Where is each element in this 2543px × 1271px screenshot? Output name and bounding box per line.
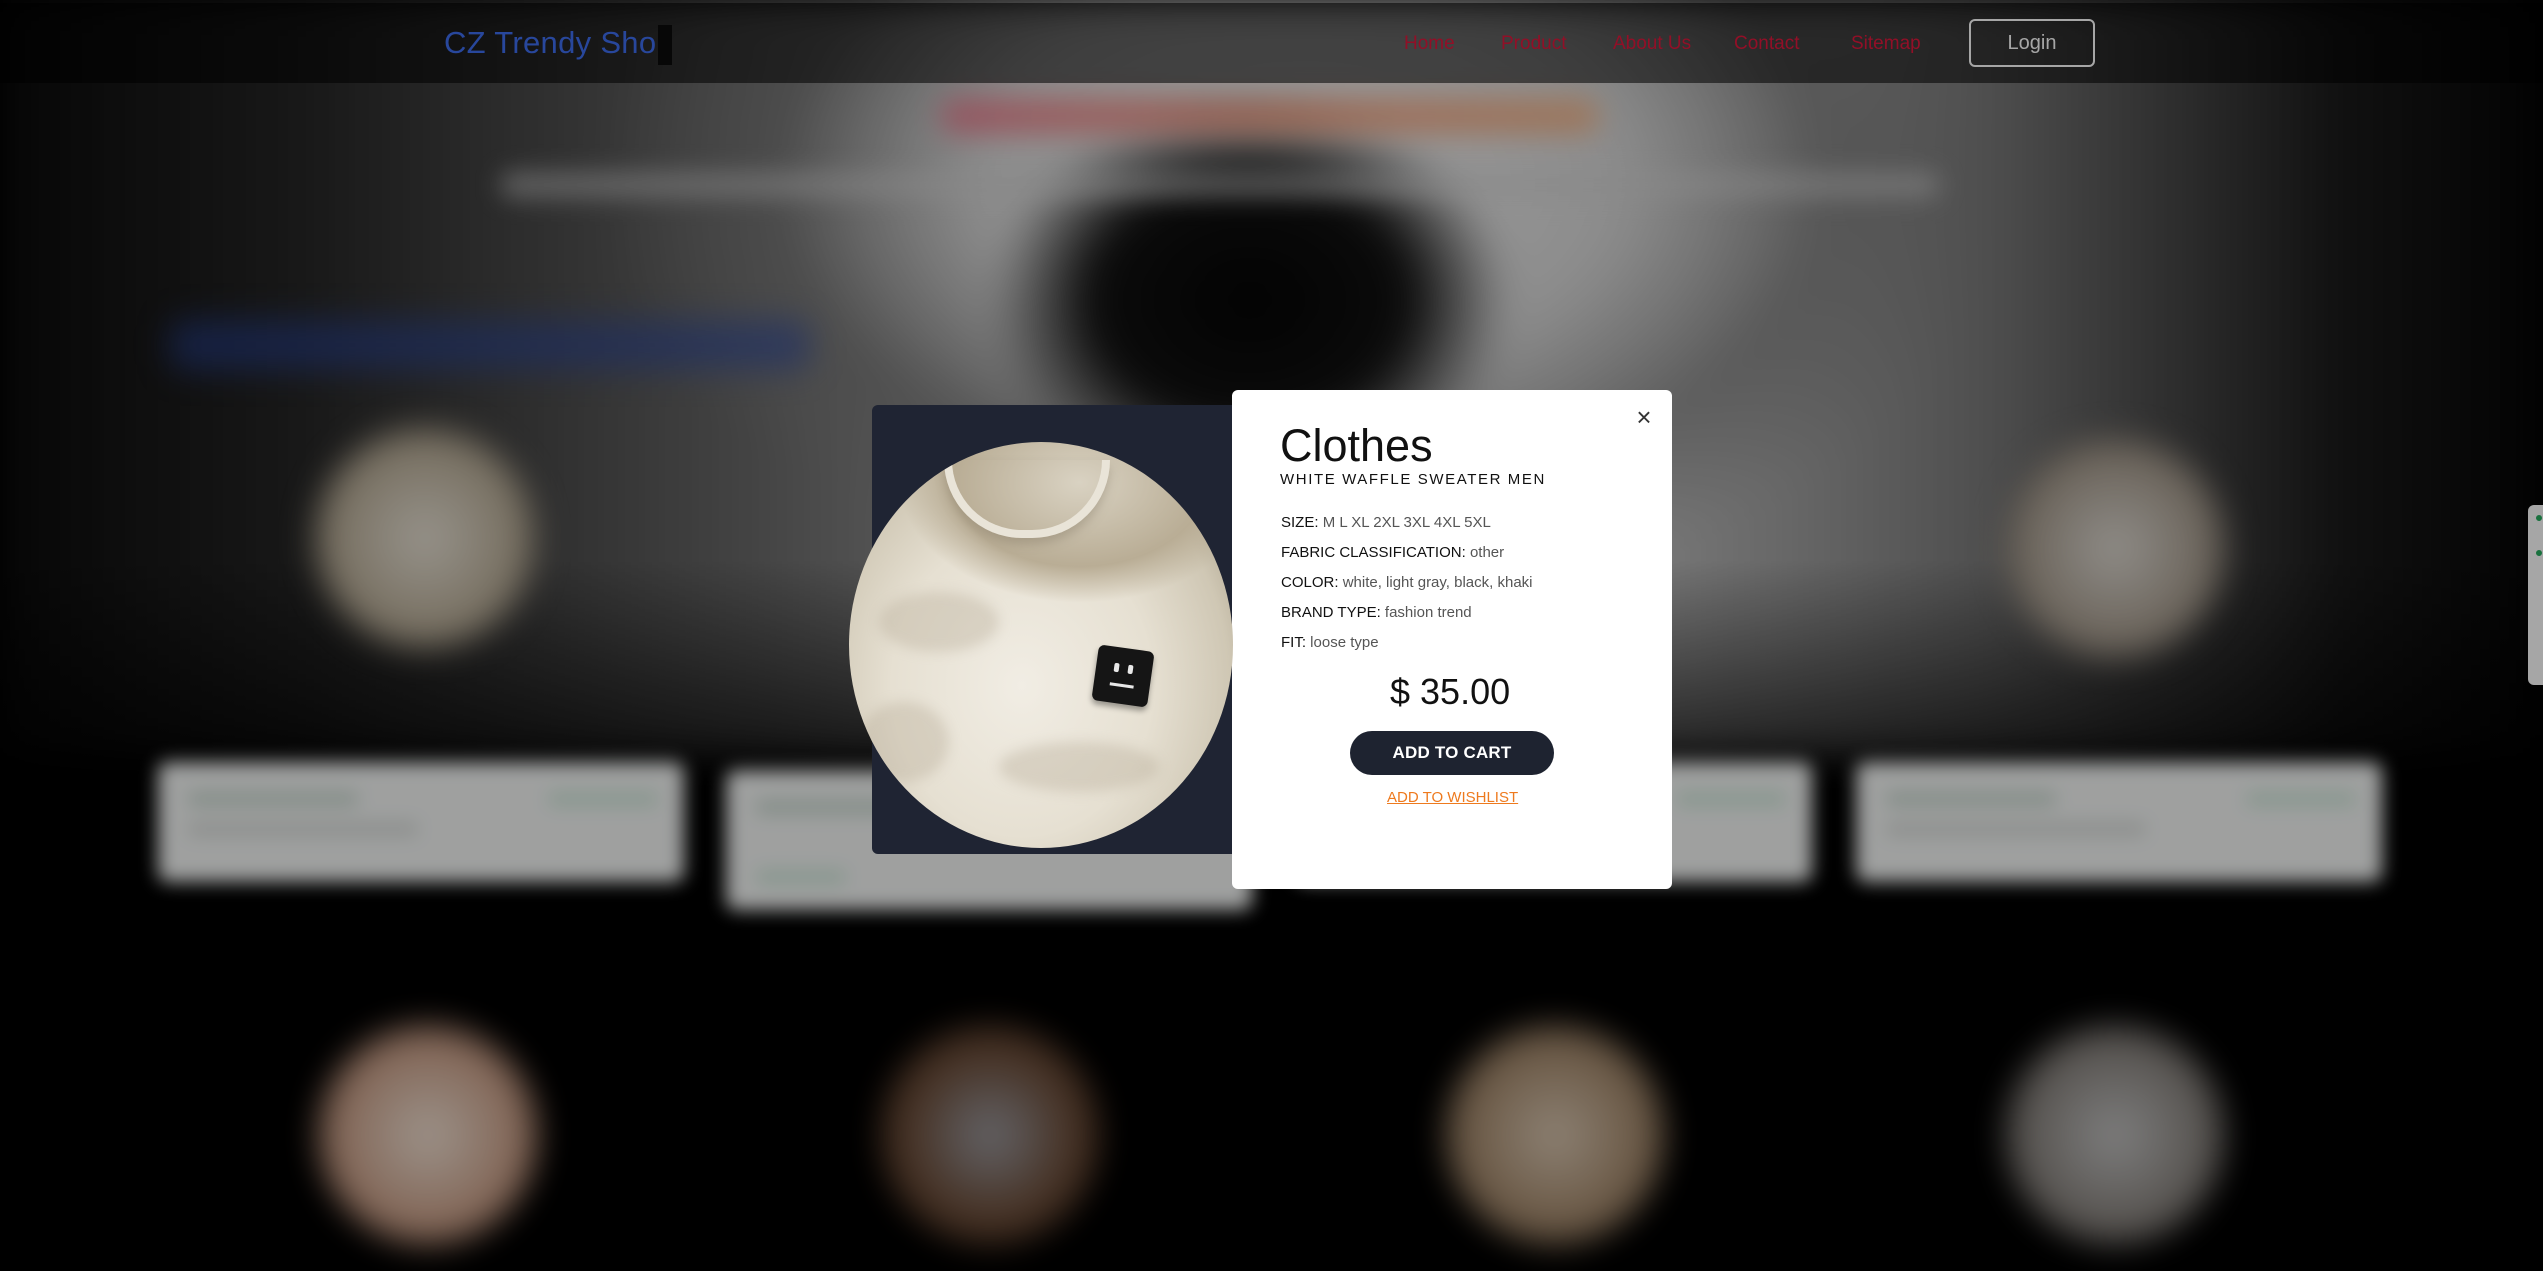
spec-size: SIZE: M L XL 2XL 3XL 4XL 5XL bbox=[1281, 514, 1491, 531]
spec-label: FIT: bbox=[1281, 634, 1306, 651]
spec-label: SIZE: bbox=[1281, 514, 1319, 531]
add-to-wishlist-link[interactable]: ADD TO WISHLIST bbox=[1387, 789, 1518, 806]
add-to-cart-button[interactable]: ADD TO CART bbox=[1350, 731, 1554, 775]
close-icon[interactable]: × bbox=[1631, 402, 1657, 432]
spec-color: COLOR: white, light gray, black, khaki bbox=[1281, 574, 1533, 591]
shirt-collar bbox=[944, 460, 1110, 538]
product-category: Clothes bbox=[1280, 420, 1433, 471]
shirt-patch bbox=[1091, 644, 1155, 708]
spec-value: M L XL 2XL 3XL 4XL 5XL bbox=[1322, 514, 1491, 531]
product-name: WHITE WAFFLE SWEATER MEN bbox=[1280, 471, 1546, 488]
spec-label: FABRIC CLASSIFICATION: bbox=[1281, 544, 1466, 561]
spec-fabric: FABRIC CLASSIFICATION: other bbox=[1281, 544, 1504, 561]
spec-value: loose type bbox=[1310, 634, 1379, 651]
spec-brand-type: BRAND TYPE: fashion trend bbox=[1281, 604, 1472, 621]
spec-fit: FIT: loose type bbox=[1281, 634, 1379, 651]
spec-value: white, light gray, black, khaki bbox=[1342, 574, 1533, 591]
spec-label: BRAND TYPE: bbox=[1281, 604, 1381, 621]
product-price: $ 35.00 bbox=[1390, 671, 1511, 712]
product-image bbox=[849, 442, 1233, 848]
spec-value: other bbox=[1469, 544, 1505, 561]
spec-label: COLOR: bbox=[1281, 574, 1339, 591]
spec-value: fashion trend bbox=[1384, 604, 1472, 621]
